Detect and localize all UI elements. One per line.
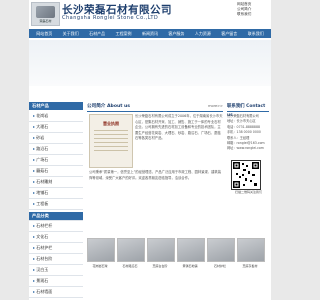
sidebar-item[interactable]: 蘑菇石	[29, 166, 83, 177]
top-link-contact[interactable]: 联系我们	[237, 12, 265, 17]
product-image	[237, 238, 265, 262]
sidebar-item[interactable]: 花岗岩	[29, 111, 83, 122]
product-item[interactable]: 花岗岩石球	[87, 238, 115, 268]
sidebar-item[interactable]: 文化石	[29, 232, 83, 243]
sidebar-item[interactable]: 工程板	[29, 199, 83, 210]
nav-item-message[interactable]: 客户留言	[221, 31, 237, 37]
sidebar-item[interactable]: 地铺石	[29, 188, 83, 199]
sidebar-item[interactable]: 石材台阶	[29, 254, 83, 265]
license-title: 营业执照	[103, 121, 119, 126]
product-image	[87, 238, 115, 262]
nav-item-service[interactable]: 客户服务	[168, 31, 184, 37]
product-image	[207, 238, 235, 262]
sidebar-title: 石材产品	[29, 102, 83, 110]
about-heading: 公司简介 About us more>>	[87, 102, 223, 112]
sidebar-list-2: 石材栏杆 文化石 石材护栏 石材台阶 汉白玉 景观石 石材墙面	[29, 221, 83, 298]
product-gallery: 花岗岩石球 石材路沿石 芝麻白台阶 黄锈石地铺 石材护栏 芝麻灰板材	[87, 238, 269, 268]
sidebar-item[interactable]: 石材护栏	[29, 243, 83, 254]
nav-item-products[interactable]: 石材产品	[89, 31, 105, 37]
contact-info: 长沙荣磊石材有限公司 地址：长沙市天心区 电话：0731-8888888 手机：…	[227, 114, 270, 152]
product-item[interactable]: 芝麻灰板材	[237, 238, 265, 268]
about-more-link[interactable]: more>>	[208, 102, 223, 111]
sidebar-item[interactable]: 石材墙面	[29, 287, 83, 298]
nav-item-about[interactable]: 关于我们	[63, 31, 79, 37]
about-title: 公司简介 About us	[87, 104, 131, 109]
about-text-2: 公司秉承“质量第一，信誉至上”的经营理念，产品广泛应用于市政工程、园林景观、建筑…	[89, 170, 221, 180]
sidebar-item[interactable]: 石材栏杆	[29, 221, 83, 232]
product-caption: 黄锈石地铺	[182, 264, 198, 268]
company-logo[interactable]: 荣磊石材	[31, 2, 60, 26]
page-container: 荣磊石材 长沙荣磊石材有限公司 Changsha Ronglei Stone C…	[29, 0, 271, 300]
qr-caption: 扫描二维码关注我们	[234, 190, 262, 194]
site-header: 荣磊石材 长沙荣磊石材有限公司 Changsha Ronglei Stone C…	[29, 0, 271, 28]
product-item[interactable]: 芝麻白台阶	[147, 238, 175, 268]
product-item[interactable]: 黄锈石地铺	[177, 238, 205, 268]
nav-item-contact[interactable]: 联系我们	[248, 31, 264, 37]
business-license-image: 营业执照	[89, 114, 133, 168]
top-links: 网站首页 公司简介 联系我们	[237, 2, 265, 17]
nav-item-home[interactable]: 网站首页	[36, 31, 52, 37]
banner-area	[29, 40, 271, 86]
qr-code-icon	[231, 160, 261, 190]
main-nav: 网站首页 关于我们 石材产品 工程案例 新闻资讯 客户服务 人力资源 客户留言 …	[29, 29, 271, 38]
sidebar-item[interactable]: 广场石	[29, 155, 83, 166]
product-item[interactable]: 石材路沿石	[117, 238, 145, 268]
sidebar-item[interactable]: 景观石	[29, 276, 83, 287]
product-image	[117, 238, 145, 262]
product-image	[177, 238, 205, 262]
nav-item-news[interactable]: 新闻资讯	[142, 31, 158, 37]
stone-logo-icon	[36, 6, 55, 18]
company-name-en: Changsha Ronglei Stone Co.,LTD	[62, 15, 159, 21]
contact-line: 网址：www.ronglei.com	[227, 146, 264, 151]
nav-item-cases[interactable]: 工程案例	[116, 31, 132, 37]
product-image	[147, 238, 175, 262]
sidebar-item[interactable]: 石材雕刻	[29, 177, 83, 188]
product-caption: 石材路沿石	[122, 264, 138, 268]
sidebar-list: 花岗岩 大理石 砂岩 路沿石 广场石 蘑菇石 石材雕刻 地铺石 工程板 石球	[29, 111, 83, 221]
logo-text: 荣磊石材	[39, 19, 52, 23]
product-caption: 芝麻灰板材	[242, 264, 258, 268]
sidebar-item[interactable]: 砂岩	[29, 133, 83, 144]
contact-heading: 联系我们 Contact us	[227, 102, 269, 118]
product-item[interactable]: 石材护栏	[207, 238, 235, 268]
product-caption: 石材护栏	[213, 264, 226, 268]
sidebar-item[interactable]: 路沿石	[29, 144, 83, 155]
product-caption: 芝麻白台阶	[152, 264, 168, 268]
sidebar-title-2: 产品分类	[29, 212, 83, 220]
nav-item-hr[interactable]: 人力资源	[195, 31, 211, 37]
sidebar-item[interactable]: 大理石	[29, 122, 83, 133]
about-text: 长沙荣磊石材有限公司成立于2006年，位于湖南省长沙市天心区，是集石材开采、加工…	[135, 114, 223, 141]
sidebar-item[interactable]: 汉白玉	[29, 265, 83, 276]
product-caption: 花岗岩石球	[92, 264, 108, 268]
